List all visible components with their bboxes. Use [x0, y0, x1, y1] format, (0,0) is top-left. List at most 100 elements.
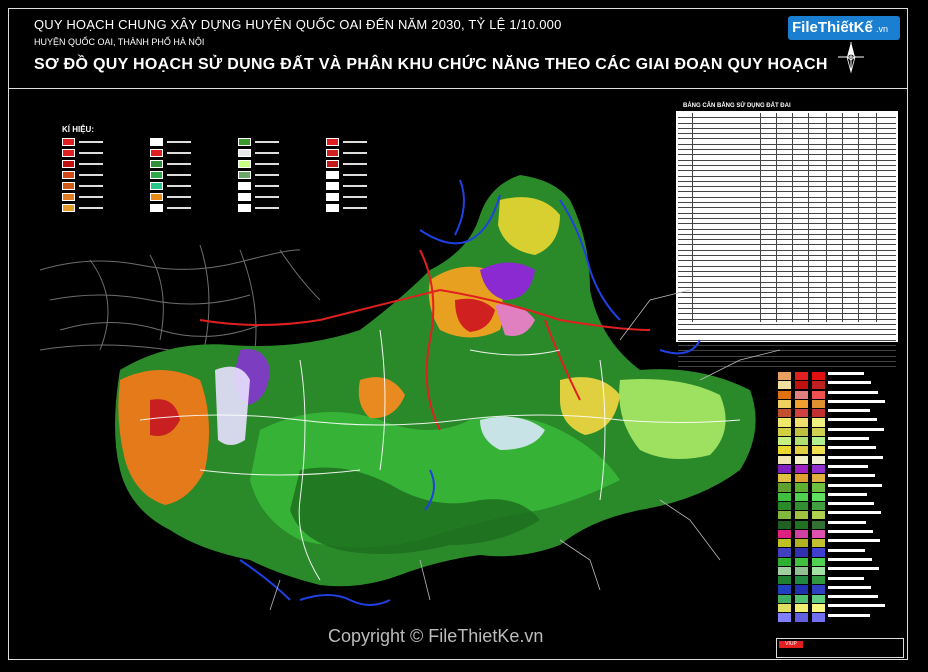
phase-swatch	[795, 520, 808, 529]
swatch-label-mark	[828, 464, 868, 468]
phase-swatch	[795, 474, 808, 483]
swatch-column-2	[795, 372, 808, 623]
phase-swatch	[778, 409, 791, 418]
phase-swatch	[778, 427, 791, 436]
swatch-label-mark	[828, 520, 866, 524]
phase-swatch	[812, 529, 825, 538]
phase-swatch	[795, 390, 808, 399]
phase-swatch	[778, 594, 791, 603]
copyright-watermark: Copyright © FileThietKe.vn	[328, 626, 544, 646]
phase-swatch	[778, 381, 791, 390]
title-block: VIUP	[776, 638, 904, 658]
phase-swatch	[795, 409, 808, 418]
phase-swatch	[795, 381, 808, 390]
phase-swatch	[812, 492, 825, 501]
swatch-label-mark	[828, 390, 878, 394]
phase-swatch	[812, 409, 825, 418]
phase-swatch	[812, 576, 825, 585]
phase-swatch	[778, 399, 791, 409]
phase-swatch	[795, 548, 808, 557]
phase-swatch	[795, 539, 808, 548]
road-network	[39, 244, 321, 351]
phase-swatch	[812, 455, 825, 464]
phase-swatch	[812, 501, 825, 511]
phase-swatch	[812, 474, 825, 483]
phase-swatch	[795, 483, 808, 492]
phase-swatch	[795, 604, 808, 613]
phase-color-swatches	[778, 372, 888, 632]
swatch-label-mark	[828, 604, 885, 608]
phase-swatch	[812, 418, 825, 427]
swatch-column-1	[778, 372, 791, 623]
phase-swatch	[795, 492, 808, 501]
phase-swatch	[812, 390, 825, 399]
phase-swatch	[778, 436, 791, 446]
swatch-label-mark	[828, 530, 873, 534]
swatch-label-mark	[828, 492, 867, 496]
phase-swatch	[795, 594, 808, 603]
swatch-label-mark	[828, 446, 876, 450]
swatch-label-mark	[828, 567, 879, 571]
phase-swatch	[812, 594, 825, 603]
swatch-label-mark	[828, 399, 885, 403]
swatch-label-mark	[828, 437, 869, 441]
swatch-label-mark	[828, 613, 870, 617]
phase-swatch	[778, 511, 791, 520]
phase-swatch	[795, 566, 808, 576]
phase-swatch	[778, 492, 791, 501]
swatch-label-mark	[828, 418, 877, 422]
map-landmass	[115, 175, 756, 587]
phase-swatch	[778, 576, 791, 585]
phase-swatch	[812, 464, 825, 473]
phase-swatch	[795, 372, 808, 381]
phase-swatch	[812, 520, 825, 529]
phase-swatch	[778, 520, 791, 529]
swatch-label-mark	[828, 576, 864, 580]
phase-swatch	[778, 446, 791, 455]
swatch-label-mark	[828, 502, 874, 506]
phase-swatch	[778, 483, 791, 492]
swatch-label-mark	[828, 548, 865, 552]
swatch-label-mark	[828, 381, 871, 385]
phase-swatch	[778, 372, 791, 381]
phase-swatch	[778, 539, 791, 548]
phase-swatch	[778, 464, 791, 473]
phase-swatch	[812, 548, 825, 557]
swatch-label-mark	[828, 372, 864, 375]
phase-swatch	[795, 436, 808, 446]
phase-swatch	[812, 399, 825, 409]
phase-swatch	[812, 604, 825, 613]
phase-swatch	[778, 604, 791, 613]
swatch-label-mark	[828, 585, 871, 589]
phase-swatch	[812, 613, 825, 622]
swatch-label-mark	[828, 511, 881, 515]
phase-swatch	[778, 566, 791, 576]
swatch-label-mark	[828, 427, 884, 431]
phase-swatch	[795, 529, 808, 538]
phase-swatch	[795, 613, 808, 622]
phase-swatch	[812, 483, 825, 492]
swatch-label-mark	[828, 595, 878, 599]
swatch-label-mark	[828, 455, 883, 459]
phase-swatch	[795, 585, 808, 594]
phase-swatch	[795, 446, 808, 455]
phase-swatch	[778, 548, 791, 557]
phase-swatch	[812, 436, 825, 446]
phase-swatch	[812, 372, 825, 381]
phase-swatch	[812, 511, 825, 520]
swatch-label-mark	[828, 409, 870, 413]
phase-swatch	[812, 566, 825, 576]
phase-swatch	[778, 557, 791, 566]
swatch-label-mark	[828, 539, 880, 543]
phase-swatch	[795, 464, 808, 473]
phase-swatch	[795, 399, 808, 409]
phase-swatch	[795, 455, 808, 464]
phase-swatch	[778, 613, 791, 622]
phase-swatch	[795, 557, 808, 566]
phase-swatch	[795, 418, 808, 427]
phase-swatch	[812, 381, 825, 390]
phase-swatch	[778, 501, 791, 511]
phase-swatch	[795, 501, 808, 511]
phase-swatch	[795, 511, 808, 520]
phase-swatch	[778, 585, 791, 594]
